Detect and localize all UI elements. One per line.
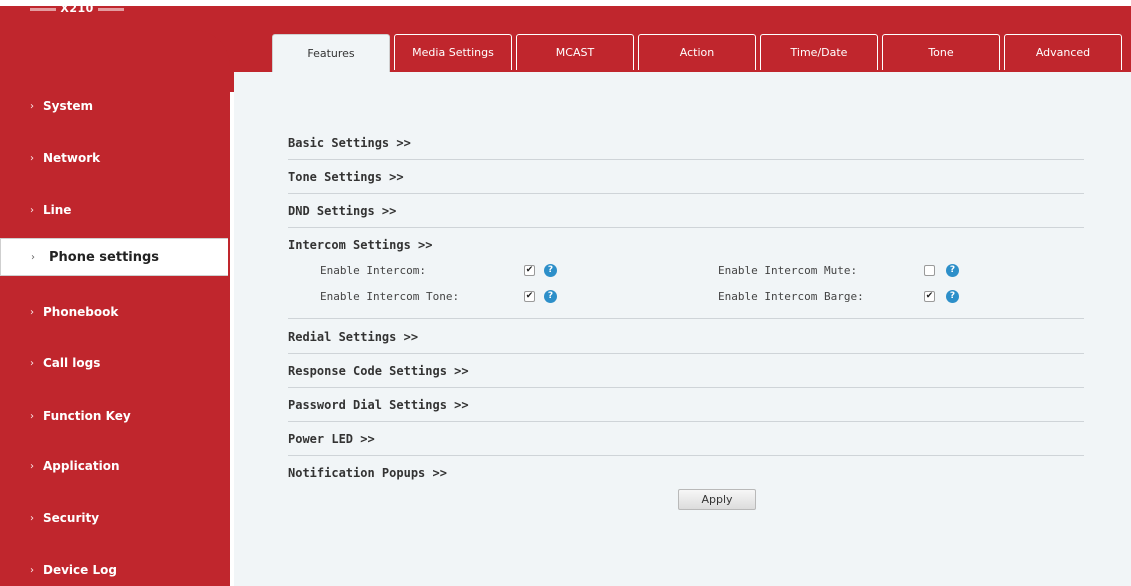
- sidebar-item-call-logs[interactable]: › Call logs: [0, 346, 230, 380]
- sidebar-item-label: Line: [43, 203, 72, 217]
- model-label: X210: [30, 2, 125, 15]
- sidebar-item-label: Phone settings: [49, 249, 160, 265]
- sidebar-item-label: Device Log: [43, 563, 117, 577]
- enable-intercom-barge-label: Enable Intercom Barge:: [718, 290, 864, 303]
- help-icon[interactable]: ?: [544, 264, 557, 277]
- enable-intercom-barge-checkbox[interactable]: ✔: [924, 291, 935, 302]
- sidebar-item-label: Function Key: [43, 409, 131, 423]
- tab-features[interactable]: Features: [272, 34, 390, 72]
- chevron-right-icon: ›: [30, 204, 34, 216]
- intercom-divider: [288, 318, 1084, 319]
- sidebar-item-system[interactable]: › System: [0, 89, 230, 123]
- chevron-right-icon: ›: [30, 512, 34, 524]
- tab-mcast[interactable]: MCAST: [516, 34, 634, 70]
- chevron-right-icon: ›: [30, 100, 34, 112]
- sidebar-item-security[interactable]: › Security: [0, 501, 230, 535]
- sidebar-nav: › System › Network › Line › Phone settin…: [0, 30, 230, 586]
- sidebar-item-label: Network: [43, 151, 101, 165]
- model-bar-right: [98, 7, 125, 11]
- section-password-dial-settings[interactable]: Password Dial Settings >>: [288, 388, 1084, 422]
- sidebar-item-function-key[interactable]: › Function Key: [0, 399, 230, 433]
- sidebar-item-phonebook[interactable]: › Phonebook: [0, 295, 230, 329]
- section-notification-popups[interactable]: Notification Popups >>: [288, 456, 1084, 490]
- section-redial-settings[interactable]: Redial Settings >>: [288, 320, 1084, 354]
- section-dnd-settings[interactable]: DND Settings >>: [288, 194, 1084, 228]
- sidebar-item-label: Phonebook: [43, 305, 119, 319]
- model-name: X210: [60, 2, 94, 15]
- sidebar-item-label: Application: [43, 459, 120, 473]
- tab-time-date[interactable]: Time/Date: [760, 34, 878, 70]
- sidebar-item-device-log[interactable]: › Device Log: [0, 553, 230, 586]
- section-tone-settings[interactable]: Tone Settings >>: [288, 160, 1084, 194]
- enable-intercom-mute-checkbox[interactable]: [924, 265, 935, 276]
- section-response-code-settings[interactable]: Response Code Settings >>: [288, 354, 1084, 388]
- tab-media-settings[interactable]: Media Settings: [394, 34, 512, 70]
- enable-intercom-tone-checkbox[interactable]: ✔: [524, 291, 535, 302]
- tab-action[interactable]: Action: [638, 34, 756, 70]
- help-icon[interactable]: ?: [544, 290, 557, 303]
- chevron-right-icon: ›: [30, 357, 34, 369]
- chevron-right-icon: ›: [31, 251, 35, 263]
- model-bar-left: [30, 7, 56, 11]
- section-basic-settings[interactable]: Basic Settings >>: [288, 126, 1084, 160]
- enable-intercom-label: Enable Intercom:: [320, 264, 426, 277]
- enable-intercom-checkbox[interactable]: ✔: [524, 265, 535, 276]
- sidebar-item-network[interactable]: › Network: [0, 141, 230, 175]
- enable-intercom-mute-label: Enable Intercom Mute:: [718, 264, 858, 277]
- enable-intercom-tone-label: Enable Intercom Tone:: [320, 290, 460, 303]
- tab-advanced[interactable]: Advanced: [1004, 34, 1122, 70]
- chevron-right-icon: ›: [30, 564, 34, 576]
- sidebar-item-label: Call logs: [43, 356, 101, 370]
- chevron-right-icon: ›: [30, 460, 34, 472]
- sidebar-item-phone-settings[interactable]: › Phone settings: [0, 238, 228, 276]
- chevron-right-icon: ›: [30, 410, 34, 422]
- header-top-strip: [0, 0, 1131, 6]
- chevron-right-icon: ›: [30, 306, 34, 318]
- tab-tone[interactable]: Tone: [882, 34, 1000, 70]
- sidebar-item-line[interactable]: › Line: [0, 193, 230, 227]
- help-icon[interactable]: ?: [946, 290, 959, 303]
- sidebar-item-label: Security: [43, 511, 100, 525]
- section-power-led[interactable]: Power LED >>: [288, 422, 1084, 456]
- help-icon[interactable]: ?: [946, 264, 959, 277]
- chevron-right-icon: ›: [30, 152, 34, 164]
- apply-button[interactable]: Apply: [678, 489, 756, 510]
- sidebar-item-label: System: [43, 99, 93, 113]
- section-intercom-settings[interactable]: Intercom Settings >>: [288, 228, 1084, 262]
- sidebar-item-application[interactable]: › Application: [0, 449, 230, 483]
